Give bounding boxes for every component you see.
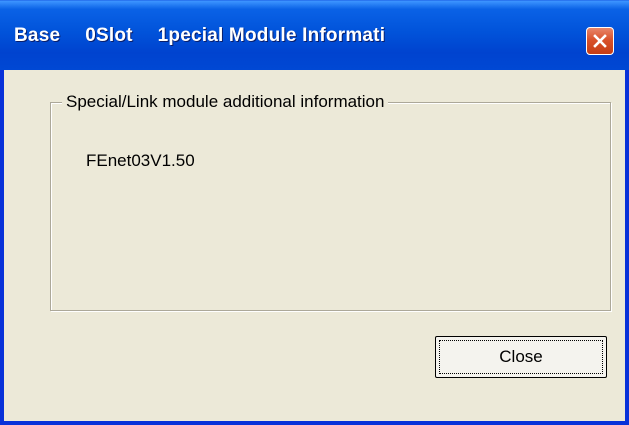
group-legend: Special/Link module additional informati… bbox=[62, 91, 389, 113]
titlebar-close-button[interactable] bbox=[586, 27, 614, 55]
module-info-text: FEnet03V1.50 bbox=[86, 151, 195, 170]
close-x-icon bbox=[593, 34, 607, 48]
window-title: Base 0Slot 1pecial Module Informati bbox=[14, 22, 385, 50]
title-bar[interactable]: Base 0Slot 1pecial Module Informati bbox=[0, 0, 629, 70]
title-part-module: 1pecial Module Informati bbox=[157, 25, 386, 46]
close-button-label: Close bbox=[439, 340, 603, 374]
close-button[interactable]: Close bbox=[435, 336, 607, 378]
dialog-window: Base 0Slot 1pecial Module Informati Spec… bbox=[0, 0, 629, 425]
dialog-body: Special/Link module additional informati… bbox=[4, 70, 625, 421]
title-part-base: Base bbox=[14, 25, 61, 46]
title-part-slot: 0Slot bbox=[85, 25, 133, 46]
additional-info-group bbox=[50, 102, 611, 311]
